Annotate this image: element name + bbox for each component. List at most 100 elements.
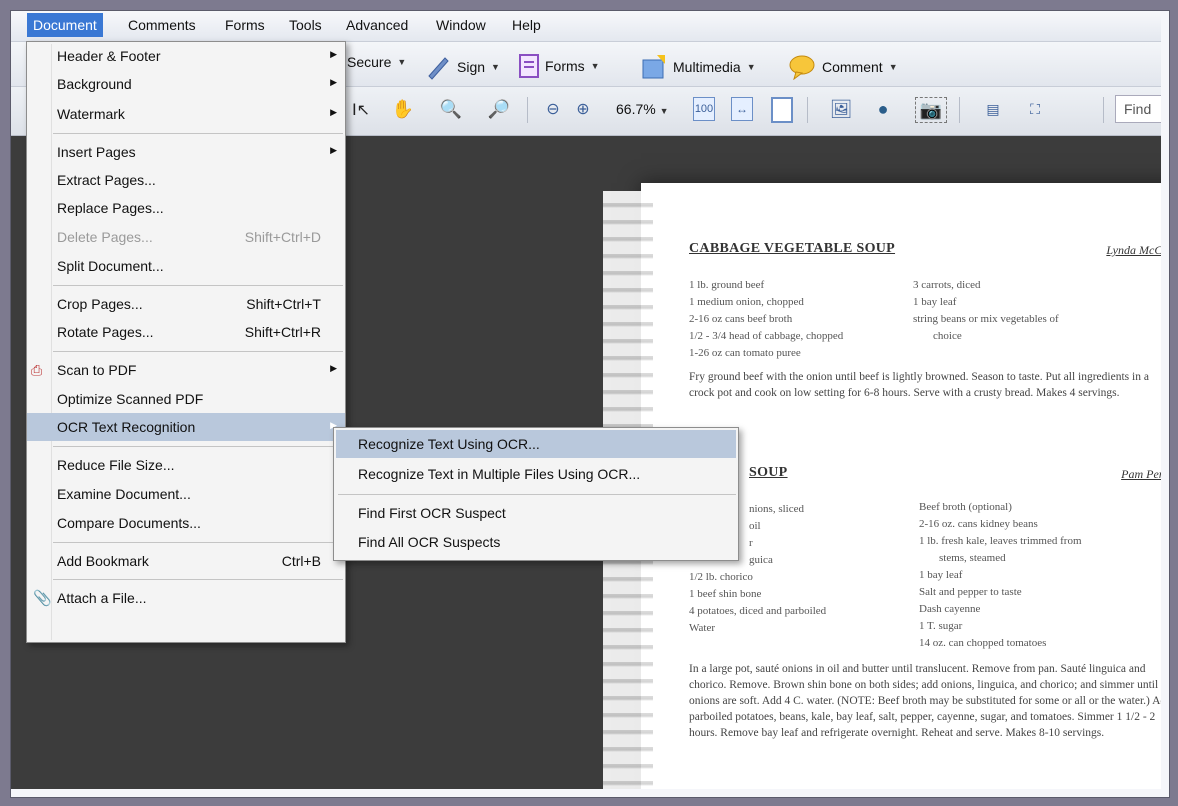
menu-item-label: Reduce File Size...: [57, 457, 175, 473]
hand-tool-icon[interactable]: ✋: [391, 97, 415, 121]
fit-page-icon[interactable]: [771, 97, 793, 123]
menu-item-label: Optimize Scanned PDF: [57, 391, 204, 407]
menu-item-background[interactable]: Background ▶: [27, 70, 345, 98]
dynamic-zoom-icon[interactable]: 🔎: [487, 97, 511, 121]
menu-item-label: Find All OCR Suspects: [358, 534, 501, 550]
full-screen-icon[interactable]: ⛶: [1023, 97, 1047, 121]
submenu-arrow-icon: ▶: [330, 49, 337, 59]
menu-advanced[interactable]: Advanced: [346, 17, 408, 33]
menu-item-label: Delete Pages...: [57, 229, 153, 245]
toolbar-divider: [959, 97, 960, 123]
menu-separator: [53, 351, 343, 352]
fit-width-icon[interactable]: ↔: [731, 97, 753, 121]
menu-separator: [53, 579, 343, 580]
chevron-down-icon: ▼: [397, 57, 407, 67]
menu-item-find-first-ocr-suspect[interactable]: Find First OCR Suspect: [334, 499, 738, 527]
menu-item-label: Attach a File...: [57, 590, 147, 606]
chevron-down-icon: ▼: [888, 62, 898, 72]
actual-size-icon[interactable]: 100: [693, 97, 715, 121]
ingredient: 1 bay leaf: [913, 296, 957, 308]
chevron-down-icon: ▼: [659, 106, 669, 116]
forms-label: Forms: [545, 58, 585, 74]
menu-item-compare-documents[interactable]: Compare Documents...: [27, 509, 345, 537]
menu-item-examine-document[interactable]: Examine Document...: [27, 480, 345, 508]
toolbar-divider: [807, 97, 808, 123]
picture-tasks-icon[interactable]: 🖼: [829, 97, 853, 121]
snapshot-camera-icon[interactable]: 📷: [915, 97, 947, 123]
menu-item-split-document[interactable]: Split Document...: [27, 252, 345, 280]
marquee-zoom-icon[interactable]: 🔍: [439, 97, 463, 121]
toolbar-divider: [1103, 97, 1104, 123]
submenu-arrow-icon: ▶: [330, 77, 337, 87]
ingredient: 1 bay leaf: [919, 569, 963, 581]
ingredient: 2-16 oz. cans kidney beans: [919, 518, 1038, 530]
menu-window[interactable]: Window: [436, 17, 486, 33]
scanner-icon: ⎙: [31, 362, 43, 378]
menu-item-insert-pages[interactable]: Insert Pages ▶: [27, 138, 345, 166]
ingredient: 1 medium onion, chopped: [689, 296, 804, 308]
ingredient-list-right: Beef broth (optional) 2-16 oz. cans kidn…: [919, 499, 1159, 652]
multimedia-button[interactable]: Multimedia ▼: [641, 54, 756, 80]
menu-item-replace-pages[interactable]: Replace Pages...: [27, 194, 345, 222]
single-page-icon[interactable]: ▤: [981, 97, 1005, 121]
menu-item-header-footer[interactable]: Header & Footer ▶: [27, 42, 345, 70]
select-tool-icon[interactable]: I↖: [349, 97, 373, 121]
menu-forms[interactable]: Forms: [225, 17, 265, 33]
menu-item-rotate-pages[interactable]: Rotate Pages... Shift+Ctrl+R: [27, 318, 345, 346]
ingredient: 14 oz. can chopped tomatoes: [919, 637, 1047, 649]
menu-document[interactable]: Document: [27, 13, 103, 37]
menu-item-attach-file[interactable]: 📎 Attach a File...: [27, 584, 345, 612]
menu-item-extract-pages[interactable]: Extract Pages...: [27, 166, 345, 194]
menu-help[interactable]: Help: [512, 17, 541, 33]
toolbar-divider: [527, 97, 528, 123]
menu-item-label: Find First OCR Suspect: [358, 505, 506, 521]
paperclip-icon: 📎: [33, 590, 52, 607]
zoom-in-icon[interactable]: ⊕: [571, 97, 595, 121]
menu-item-watermark[interactable]: Watermark ▶: [27, 100, 345, 128]
menu-comments[interactable]: Comments: [128, 17, 196, 33]
recipe-title: CABBAGE VEGETABLE SOUP: [689, 241, 896, 256]
menu-item-delete-pages[interactable]: Delete Pages... Shift+Ctrl+D: [27, 223, 345, 251]
menu-item-reduce-file-size[interactable]: Reduce File Size...: [27, 451, 345, 479]
secure-button[interactable]: Secure ▼: [347, 54, 406, 70]
menu-item-scan-to-pdf[interactable]: ⎙ Scan to PDF ▶: [27, 356, 345, 384]
submenu-arrow-icon: ▶: [330, 107, 337, 117]
menu-item-find-all-ocr-suspects[interactable]: Find All OCR Suspects: [334, 528, 738, 556]
menu-item-ocr-text-recognition[interactable]: OCR Text Recognition ▶: [27, 413, 345, 441]
ingredient: stems, steamed: [939, 552, 1006, 564]
sign-button[interactable]: Sign ▼: [425, 54, 500, 80]
menu-item-label: Watermark: [57, 106, 125, 122]
ingredient: 1 lb. fresh kale, leaves trimmed from: [919, 535, 1082, 547]
menu-item-add-bookmark[interactable]: Add Bookmark Ctrl+B: [27, 547, 345, 575]
zoom-level-select[interactable]: 66.7% ▼: [616, 101, 669, 117]
menu-item-label: Examine Document...: [57, 486, 191, 502]
find-input[interactable]: Find: [1115, 95, 1169, 123]
ink-bottle-icon[interactable]: ●: [871, 97, 895, 121]
forms-button[interactable]: Forms ▼: [519, 54, 600, 78]
recipe-instructions: In a large pot, sauté onions in oil and …: [689, 663, 1170, 739]
menu-separator: [53, 133, 343, 134]
menu-item-label: OCR Text Recognition: [57, 419, 196, 435]
comment-button[interactable]: Comment ▼: [788, 54, 898, 80]
menu-item-label: Extract Pages...: [57, 172, 156, 188]
menu-item-optimize-scanned-pdf[interactable]: Optimize Scanned PDF: [27, 385, 345, 413]
menu-item-shortcut: Shift+Ctrl+T: [246, 296, 321, 312]
chevron-down-icon: ▼: [590, 61, 600, 71]
menu-tools[interactable]: Tools: [289, 17, 322, 33]
zoom-out-icon[interactable]: ⊖: [541, 97, 565, 121]
recipe-instructions: Fry ground beef with the onion until bee…: [689, 371, 1149, 399]
ingredient: Dash cayenne: [919, 603, 981, 615]
menu-item-label: Insert Pages: [57, 144, 136, 160]
menu-item-recognize-text-ocr[interactable]: Recognize Text Using OCR...: [336, 430, 736, 458]
chevron-down-icon: ▼: [491, 62, 500, 72]
menu-item-recognize-multiple-files[interactable]: Recognize Text in Multiple Files Using O…: [334, 460, 738, 488]
menu-item-label: Scan to PDF: [57, 362, 137, 378]
menu-item-crop-pages[interactable]: Crop Pages... Shift+Ctrl+T: [27, 290, 345, 318]
pen-icon: [428, 57, 449, 80]
ingredient: 1 beef shin bone: [689, 588, 762, 600]
menu-item-shortcut: Ctrl+B: [281, 553, 321, 569]
menu-item-label: Split Document...: [57, 258, 164, 274]
zoom-level-value: 66.7%: [616, 101, 656, 117]
recipe-title: SOUP: [749, 465, 788, 480]
menu-item-shortcut: Shift+Ctrl+D: [244, 229, 321, 245]
